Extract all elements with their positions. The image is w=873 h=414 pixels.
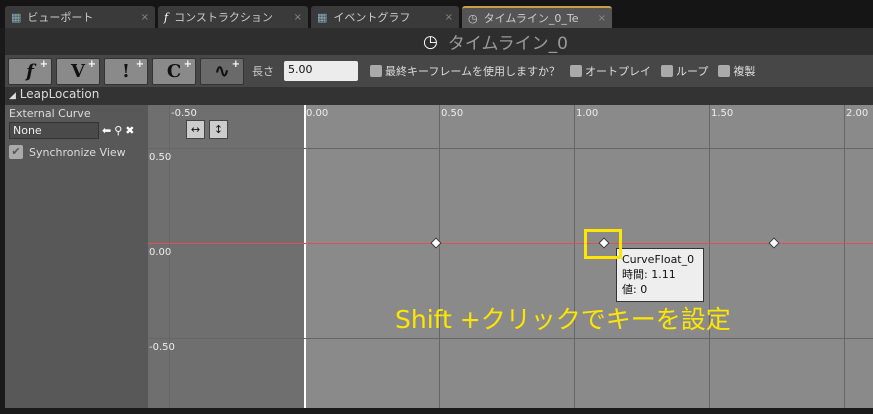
fit-vertical-button[interactable]: ↕ xyxy=(209,120,228,139)
length-input[interactable]: 5.00 xyxy=(284,61,358,81)
fit-horizontal-button[interactable]: ↔ xyxy=(186,120,205,139)
graph-icon: ▦ xyxy=(317,10,328,24)
autoplay-checkbox[interactable]: オートプレイ xyxy=(570,63,651,79)
tab-construction[interactable]: f コンストラクション × xyxy=(158,6,308,28)
tab-timeline[interactable]: ◷ タイムライン_0_Te × xyxy=(462,6,612,28)
time-gridline xyxy=(304,105,306,408)
close-icon[interactable]: × xyxy=(294,12,302,23)
time-tick-label: -0.50 xyxy=(171,108,197,119)
close-icon[interactable]: × xyxy=(445,12,453,23)
value-tick-label: 0.00 xyxy=(149,247,172,258)
timeline-title-bar: ◷ タイムライン_0 xyxy=(5,28,873,55)
tab-bar: ▦ ビューポート × f コンストラクション × ▦ イベントグラフ × ◷ タイムライン_0… xyxy=(0,0,873,28)
function-icon: f xyxy=(164,10,169,24)
loop-checkbox[interactable]: ループ xyxy=(661,63,708,79)
add-vector-track-button[interactable]: V + xyxy=(56,57,100,85)
use-selected-arrow-icon[interactable]: ⬅ xyxy=(102,124,111,137)
time-gridline xyxy=(439,105,440,408)
collapse-arrow-icon[interactable]: ◢ xyxy=(9,91,16,101)
clear-x-icon[interactable]: ✖ xyxy=(125,124,134,137)
value-tick-label: -0.50 xyxy=(149,342,175,353)
time-gridline xyxy=(709,105,710,408)
time-tick-label: 0.00 xyxy=(306,108,329,119)
add-float-track-button[interactable]: f + xyxy=(8,57,52,85)
negative-time-region xyxy=(148,105,304,408)
curve-key[interactable] xyxy=(430,237,442,249)
curve-key[interactable] xyxy=(768,237,780,249)
curve-icon: ∿ xyxy=(214,60,230,82)
timeline-title: タイムライン_0 xyxy=(447,34,568,54)
replicated-checkbox[interactable]: 複製 xyxy=(718,63,755,79)
external-curve-select[interactable]: None xyxy=(9,122,99,139)
browse-search-icon[interactable]: ⚲ xyxy=(114,124,122,137)
track-settings: External Curve None ⬅ ⚲ ✖ ✔ Synchronize … xyxy=(5,105,148,408)
close-icon[interactable]: × xyxy=(141,12,149,23)
time-tick-label: 2.00 xyxy=(846,108,869,119)
add-event-track-button[interactable]: ! + xyxy=(104,57,148,85)
time-tick-label: 1.50 xyxy=(711,108,734,119)
curve-graph[interactable]: -0.50 0.00 0.50 1.00 1.50 2.00 0.50 0.00 -0.50 ↔ … xyxy=(148,105,873,408)
clock-icon: ◷ xyxy=(468,11,478,25)
tab-event-graph[interactable]: ▦ イベントグラフ × xyxy=(311,6,459,28)
time-tick-label: 1.00 xyxy=(576,108,599,119)
synchronize-view-checkbox[interactable]: ✔ Synchronize View xyxy=(9,145,144,159)
key-tooltip: CurveFloat_0 時間: 1.11 値: 0 xyxy=(616,248,704,302)
use-last-keyframe-checkbox[interactable]: 最終キーフレームを使用しますか？ xyxy=(370,63,560,79)
track-header[interactable]: ◢ LeapLocation xyxy=(5,87,873,105)
add-curve-asset-button[interactable]: ∿ + xyxy=(200,57,244,85)
time-gridline xyxy=(574,105,575,408)
tab-viewport[interactable]: ▦ ビューポート × xyxy=(5,6,155,28)
viewport-icon: ▦ xyxy=(11,10,22,24)
value-gridline xyxy=(148,338,873,339)
time-gridline xyxy=(844,105,845,408)
toolbar: f + V + ! + C + ∿ + 長さ 5.00 最終キーフレームを使用しますか？ … xyxy=(5,55,873,87)
value-tick-label: 0.50 xyxy=(149,152,172,163)
add-color-track-button[interactable]: C + xyxy=(152,57,196,85)
clock-icon: ◷ xyxy=(423,31,438,52)
curve-line xyxy=(148,243,873,244)
close-icon[interactable]: × xyxy=(598,13,606,24)
value-gridline xyxy=(148,148,873,149)
external-curve-label: External Curve xyxy=(9,107,91,120)
length-label: 長さ xyxy=(252,65,274,78)
instruction-annotation: Shift +クリックでキーを設定 xyxy=(395,305,731,334)
time-tick-label: 0.50 xyxy=(441,108,464,119)
